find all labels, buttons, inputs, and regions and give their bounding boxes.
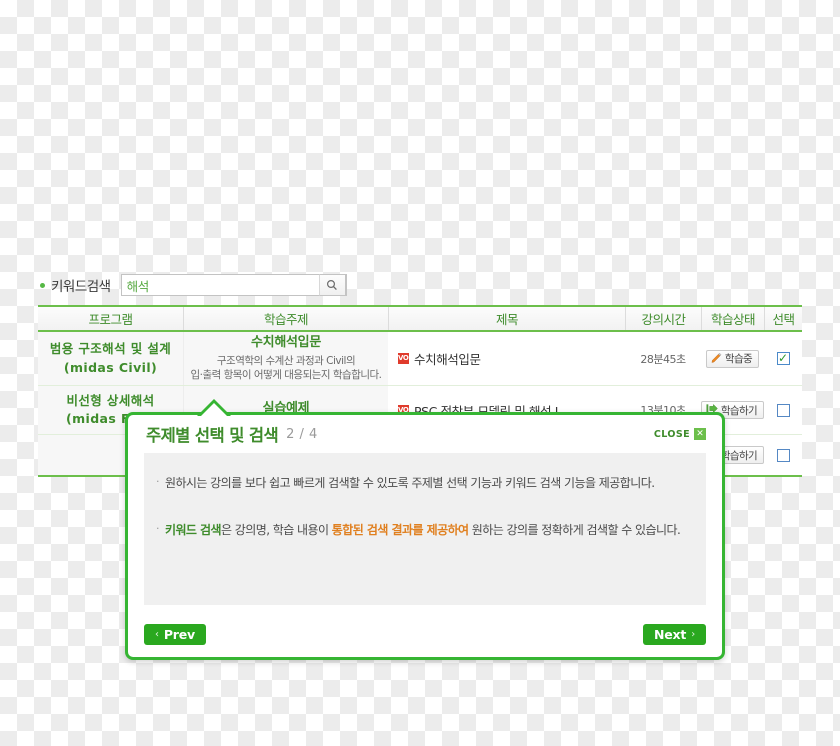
cell-select: ✓ — [764, 386, 802, 434]
check-icon: ✓ — [777, 351, 789, 365]
cell-program: 범용 구조해석 및 설계 (midas Civil) — [38, 332, 183, 385]
study-start-label: 학습하기 — [720, 449, 758, 462]
cell-select: ✓ — [764, 435, 802, 475]
search-button[interactable] — [318, 274, 346, 296]
guide-popup-body: · 원하시는 강의를 보다 쉽고 빠르게 검색할 수 있도록 주제별 선택 기능… — [144, 453, 706, 605]
guide-bullet-text: 키워드 검색은 강의명, 학습 내용이 통합된 검색 결과를 제공하여 원하는 … — [164, 522, 681, 539]
table-row: 범용 구조해석 및 설계 (midas Civil) 수치해석입문 구조역학의 … — [38, 332, 802, 386]
magnifier-icon — [326, 276, 338, 295]
lecture-title-line: VOD 수치해석입문 — [392, 349, 621, 368]
guide-page-indicator: 2 / 4 — [286, 426, 318, 442]
column-header-select: 선택 — [764, 307, 802, 330]
guide-text-segment: 원하시는 강의를 보다 쉽고 빠르게 검색할 수 있도록 주제별 선택 기능과 … — [164, 476, 655, 490]
chevron-right-icon: › — [691, 628, 695, 640]
lecture-duration: 28분45초 — [640, 352, 686, 366]
chevron-left-icon: ‹ — [155, 628, 159, 640]
program-subname: (midas Civil) — [63, 359, 158, 375]
guide-text-segment: 원하는 강의를 정확하게 검색할 수 있습니다. — [468, 522, 681, 537]
cell-time: 28분45초 — [625, 332, 701, 385]
keyword-search-bar: 키워드검색 — [40, 272, 362, 298]
guide-title: 주제별 선택 및 검색 — [146, 426, 279, 445]
study-start-label: 학습하기 — [720, 404, 758, 417]
row-checkbox[interactable]: ✓ — [776, 448, 790, 462]
table-header-row: 프로그램 학습주제 제목 강의시간 학습상태 선택 — [38, 307, 802, 332]
cell-title: VOD 수치해석입문 — [388, 332, 625, 385]
guide-text-segment-orange: 통합된 검색 결과를 제공하여 — [331, 522, 469, 537]
guide-bullet-text: 원하시는 강의를 보다 쉽고 빠르게 검색할 수 있도록 주제별 선택 기능과 … — [165, 475, 655, 492]
guide-popup: 주제별 선택 및 검색 2 / 4 CLOSE ✕ · 원하시는 강의를 보다 … — [125, 399, 725, 660]
close-x-icon: ✕ — [694, 428, 706, 440]
guide-text-segment-green: 키워드 검색 — [164, 522, 222, 537]
cell-select: ✓ — [764, 332, 802, 385]
study-status-label: 학습중 — [724, 353, 753, 365]
prev-button[interactable]: ‹ Prev — [144, 623, 206, 645]
column-header-topic: 학습주제 — [183, 307, 388, 330]
next-label: Next — [654, 626, 687, 642]
lecture-title[interactable]: 수치해석입문 — [414, 349, 481, 368]
row-checkbox[interactable]: ✓ — [776, 351, 790, 365]
column-header-state: 학습상태 — [701, 307, 764, 330]
pencil-icon — [711, 352, 722, 366]
screenshot-canvas: 키워드검색 프로그램 학습주제 제목 강의시간 학습상태 선택 — [0, 0, 840, 746]
row-checkbox[interactable]: ✓ — [776, 403, 790, 417]
column-header-title: 제목 — [388, 307, 625, 330]
column-header-time: 강의시간 — [625, 307, 701, 330]
close-label: CLOSE — [653, 428, 690, 440]
guide-text-segment: 은 강의명, 학습 내용이 — [221, 522, 332, 537]
keyword-search-label: 키워드검색 — [51, 279, 111, 295]
bullet-icon — [40, 282, 45, 288]
cell-state: 학습중 — [701, 332, 764, 385]
cell-topic: 수치해석입문 구조역학의 수계산 과정과 Civil의 입·출력 항목이 어떻게… — [183, 332, 388, 385]
guide-popup-footer: ‹ Prev Next › — [144, 623, 706, 645]
close-button[interactable]: CLOSE ✕ — [654, 428, 706, 440]
study-status-button[interactable]: 학습중 — [705, 349, 760, 368]
search-input-wrapper — [120, 274, 347, 296]
program-name: 범용 구조해석 및 설계 — [49, 341, 172, 357]
program-name: 비선형 상세해석 — [66, 392, 155, 408]
guide-bullet: · 키워드 검색은 강의명, 학습 내용이 통합된 검색 결과를 제공하여 원하… — [156, 522, 698, 539]
prev-label: Prev — [163, 626, 195, 642]
vod-badge-icon: VOD — [398, 353, 414, 364]
next-button[interactable]: Next › — [643, 623, 706, 645]
bullet-dot-icon: · — [156, 521, 159, 535]
topic-desc-line-1: 구조역학의 수계산 과정과 Civil의 — [216, 354, 356, 367]
topic-name: 수치해석입문 — [251, 334, 321, 350]
bullet-dot-icon: · — [156, 475, 159, 488]
popup-pointer-arrow — [197, 399, 231, 416]
topic-desc-line-2: 입·출력 항목이 어떻게 대응되는지 학습합니다. — [190, 368, 382, 381]
guide-popup-header: 주제별 선택 및 검색 2 / 4 CLOSE ✕ — [128, 415, 722, 453]
guide-bullet: · 원하시는 강의를 보다 쉽고 빠르게 검색할 수 있도록 주제별 선택 기능… — [156, 475, 698, 492]
search-input[interactable] — [121, 275, 346, 295]
column-header-program: 프로그램 — [88, 312, 133, 327]
